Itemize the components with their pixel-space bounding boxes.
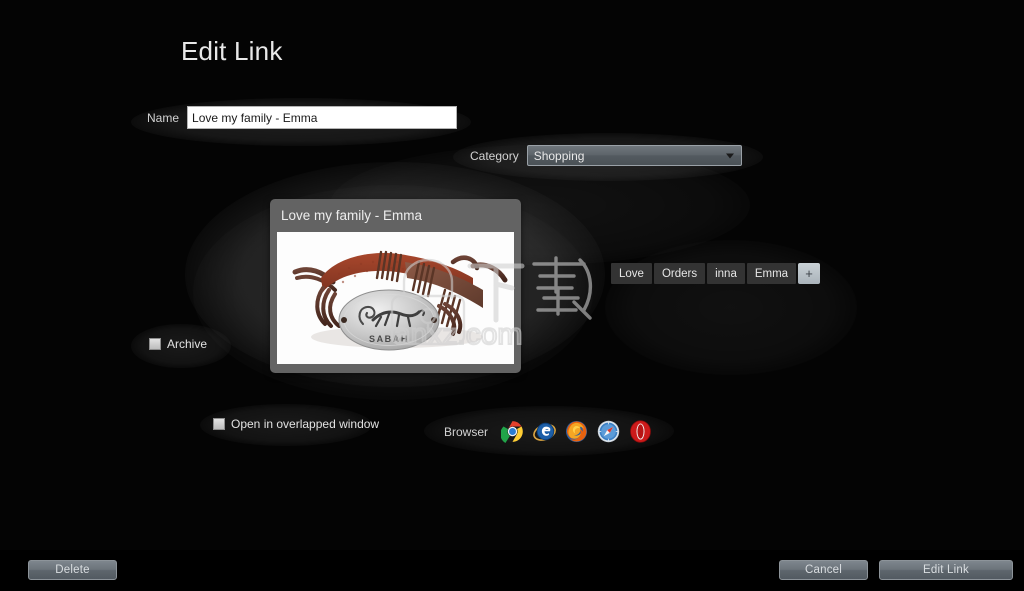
category-field-row: Category Shopping	[470, 145, 742, 166]
category-select[interactable]: Shopping	[526, 145, 742, 166]
tag-list: Love Orders inna Emma +	[611, 263, 821, 284]
browser-label: Browser	[444, 424, 489, 439]
name-input[interactable]	[187, 106, 458, 129]
name-label: Name	[147, 110, 180, 125]
archive-label: Archive	[167, 337, 208, 351]
category-selected-value: Shopping	[533, 148, 585, 163]
delete-button[interactable]: Delete	[28, 560, 117, 580]
safari-icon[interactable]	[597, 420, 620, 443]
edit-link-dialog: Edit Link Name Category Shopping Love my…	[0, 0, 1024, 591]
dialog-footer: Delete Cancel Edit Link	[0, 550, 1024, 591]
tag-item[interactable]: Orders	[653, 263, 706, 284]
chevron-down-icon	[725, 153, 734, 158]
tag-item[interactable]: Love	[611, 263, 652, 284]
preview-card-title: Love my family - Emma	[281, 208, 423, 223]
preview-thumbnail-image: SABAH	[277, 232, 514, 364]
internet-explorer-icon[interactable]	[533, 420, 556, 443]
edit-link-button[interactable]: Edit Link	[879, 560, 1013, 580]
svg-text:SABAH: SABAH	[369, 334, 409, 344]
spotlight-glow-tags	[605, 240, 857, 375]
overlapped-window-checkbox[interactable]	[213, 418, 225, 430]
overlapped-window-label: Open in overlapped window	[231, 417, 380, 431]
page-title: Edit Link	[181, 36, 283, 66]
firefox-icon[interactable]	[565, 420, 588, 443]
browser-picker-row: Browser	[444, 420, 652, 443]
tag-item[interactable]: inna	[707, 263, 745, 284]
add-tag-button[interactable]: +	[798, 263, 821, 284]
overlapped-window-checkbox-row[interactable]: Open in overlapped window	[213, 417, 379, 431]
cancel-button[interactable]: Cancel	[779, 560, 868, 580]
archive-checkbox-row[interactable]: Archive	[149, 337, 207, 351]
category-label: Category	[470, 148, 519, 163]
chrome-icon[interactable]	[501, 420, 524, 443]
archive-checkbox[interactable]	[149, 338, 161, 350]
opera-icon[interactable]	[629, 420, 652, 443]
tag-item[interactable]: Emma	[746, 263, 797, 284]
link-preview-card[interactable]: Love my family - Emma SABAH	[270, 199, 521, 373]
name-field-row: Name	[147, 106, 458, 129]
